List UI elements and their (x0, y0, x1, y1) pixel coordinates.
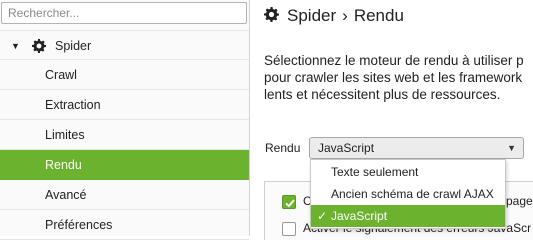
dropdown-option-label: Ancien schéma de crawl AJAX (331, 187, 494, 201)
sidebar-item-label: Spider (55, 39, 92, 53)
sidebar-item-label: Crawl (45, 68, 77, 82)
description-line: pour crawler les sites web et les framew… (264, 70, 523, 85)
breadcrumb-section: Spider (287, 6, 337, 25)
expand-caret-icon[interactable]: ▼ (11, 31, 20, 61)
rendering-select-value: JavaScript (318, 141, 375, 155)
search-input[interactable] (1, 2, 247, 24)
dropdown-option-label: Texte seulement (331, 165, 419, 179)
breadcrumb-page: Rendu (353, 6, 404, 25)
dropdown-option-javascript[interactable]: ✓ JavaScript (311, 205, 505, 227)
sidebar-item-preferences[interactable]: Préférences (0, 210, 249, 240)
checkmark-icon (285, 199, 295, 208)
rendering-label: Rendu (265, 141, 301, 155)
sidebar-item-label: Extraction (45, 98, 101, 112)
sidebar-item-limites[interactable]: Limites (0, 120, 249, 150)
settings-sidebar: ▼ Spider Crawl Extraction Limites Rendu … (0, 0, 250, 240)
section-description: Sélectionnez le moteur de rendu à utilis… (264, 52, 533, 103)
option-checkbox-1[interactable] (282, 195, 296, 209)
rendering-dropdown-menu: Texte seulement Ancien schéma de crawl A… (310, 159, 506, 229)
sidebar-item-avance[interactable]: Avancé (0, 180, 249, 210)
dropdown-option-texte-seulement[interactable]: Texte seulement (311, 161, 505, 183)
description-line: Sélectionnez le moteur de rendu à utilis… (264, 53, 524, 68)
dropdown-option-ancien-ajax[interactable]: Ancien schéma de crawl AJAX (311, 183, 505, 205)
option-checkbox-1-label-tail: page r (506, 194, 533, 208)
sidebar-item-extraction[interactable]: Extraction (0, 90, 249, 120)
settings-tree: ▼ Spider Crawl Extraction Limites Rendu … (0, 30, 249, 240)
sidebar-item-label: Rendu (45, 158, 82, 172)
check-icon: ✓ (317, 209, 328, 223)
sidebar-item-rendu[interactable]: Rendu (0, 150, 249, 180)
chevron-down-icon: ▼ (507, 143, 516, 153)
sidebar-item-label: Avancé (45, 188, 87, 202)
page-title: Spider › Rendu (264, 6, 404, 32)
breadcrumb-separator: › (342, 6, 348, 25)
option-checkbox-2[interactable] (282, 222, 296, 236)
description-line: lents et nécessitent plus de ressources. (264, 87, 501, 102)
sidebar-item-label: Limites (45, 128, 85, 142)
gear-icon (32, 39, 46, 53)
sidebar-item-spider[interactable]: ▼ Spider (0, 30, 249, 60)
rendering-select[interactable]: JavaScript ▼ (309, 137, 524, 159)
sidebar-item-label: Préférences (45, 218, 113, 232)
dropdown-option-label: JavaScript (331, 209, 388, 223)
gear-icon (264, 7, 279, 22)
sidebar-item-crawl[interactable]: Crawl (0, 60, 249, 90)
